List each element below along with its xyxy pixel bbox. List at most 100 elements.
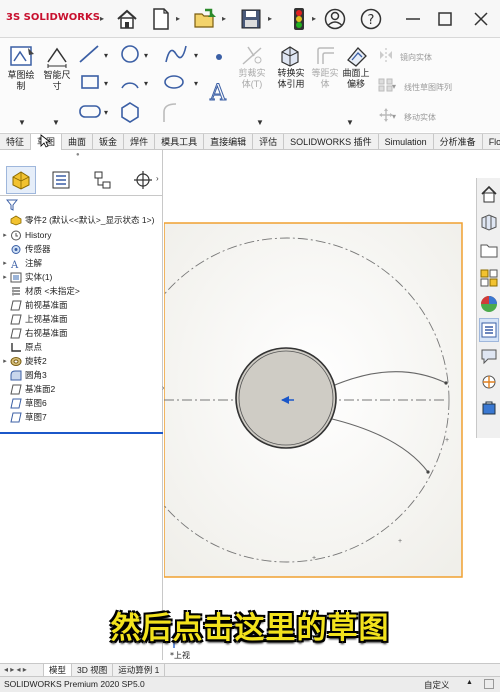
tree-item-sketch7[interactable]: 草图7 [0,410,47,424]
trim-entities-icon[interactable] [240,44,264,68]
help-icon[interactable]: ? [358,6,384,32]
filter-icon[interactable] [5,198,19,211]
mirror-entities-icon[interactable] [378,48,394,62]
point-tool-icon[interactable] [206,44,232,70]
annotations-icon: A [10,258,22,271]
tree-root-part[interactable]: 零件2 (默认<<默认>_显示状态 1>) [0,213,154,227]
tree-item-origin[interactable]: 原点 [0,340,42,354]
tab-simulation[interactable]: Simulation [379,134,434,150]
convert-entities-icon[interactable] [278,44,302,68]
graphics-area[interactable]: + + + *上视 [124,150,476,660]
tab-surfaces[interactable]: 曲面 [62,134,94,150]
toolbox-icon[interactable] [479,396,499,420]
user-account-icon[interactable] [322,6,348,32]
tree-item-right-plane[interactable]: 右视基准面 [0,326,68,340]
sketch-icon[interactable] [8,44,36,70]
tree-item-front-plane[interactable]: 前视基准面 [0,298,68,312]
dimension-caret-icon[interactable]: ▼ [52,118,60,127]
offset-on-surface-button[interactable]: 曲面上 偏移 [336,68,376,90]
collapse-panel-icon[interactable]: › [162,385,168,399]
trim-entities-button[interactable]: 剪裁实 体(T) [232,68,272,90]
status-units-caret-icon[interactable]: ▲ [466,679,473,686]
tab-weldments[interactable]: 焊件 [124,134,156,150]
rebuild-caret-icon[interactable]: ▸ [312,14,316,23]
tab-mold-tools[interactable]: 模具工具 [155,134,205,150]
linear-pattern-button[interactable]: 线性草图阵列 [404,82,452,93]
tree-item-annotations[interactable]: ▸ A 注解 [0,256,42,271]
svg-text:▾: ▾ [104,79,108,88]
home-icon[interactable] [114,6,140,32]
tab-flow[interactable]: Flo... [483,134,500,150]
move-entities-button[interactable]: 移动实体 [404,112,436,123]
tab-solidworks-addins[interactable]: SOLIDWORKS 插件 [284,134,379,150]
appearances-scenes-icon[interactable] [479,292,499,316]
tree-item-sketch6[interactable]: 草图6 [0,396,47,410]
move-caret-icon[interactable]: ▾ [392,112,396,121]
tab-scroll-arrows-icon[interactable]: ◂ ▸ ◂ ▸ [0,664,44,676]
property-manager-tab-icon[interactable] [46,166,76,194]
tab-features[interactable]: 特征 [0,134,32,150]
tree-expand-icon[interactable]: ▸ [0,231,10,239]
save-caret-icon[interactable]: ▸ [268,14,272,23]
dimxpert-tab-icon[interactable] [128,166,158,194]
trim-caret-icon[interactable]: ▼ [256,118,264,127]
new-caret-icon[interactable]: ▸ [176,14,180,23]
tree-item-material[interactable]: 材质 <未指定> [0,284,80,298]
tree-item-label: 前视基准面 [25,300,68,310]
rebuild-traffic-light-icon[interactable] [286,6,312,32]
tree-item-top-plane[interactable]: 上视基准面 [0,312,68,326]
tab-direct-editing[interactable]: 直接编辑 [204,134,254,150]
smart-dimension-icon[interactable] [44,44,70,70]
tree-item-revolve2[interactable]: ▸ 旋转2 [0,354,47,368]
solidworks-resources-icon[interactable] [479,182,499,206]
menu-caret-icon[interactable]: ▸ [100,14,104,23]
pattern-caret-icon[interactable]: ▾ [392,82,396,91]
tree-item-history[interactable]: ▸ History [0,228,51,242]
new-document-icon[interactable] [148,6,174,32]
convert-entities-button[interactable]: 转换实 体引用 [272,68,310,90]
sketch-draw-button[interactable]: 草图绘 制 [4,70,38,92]
rollback-bar[interactable] [0,432,163,434]
save-icon[interactable] [238,6,264,32]
custom-properties-icon[interactable] [479,318,499,342]
open-caret-icon[interactable]: ▸ [222,14,226,23]
panel-tabs-more-icon[interactable]: › [156,174,159,183]
offset-on-surface-icon[interactable] [344,44,368,68]
status-help-icon[interactable] [484,679,494,689]
tree-expand-icon[interactable]: ▸ [0,259,10,267]
tab-3d-views[interactable]: 3D 视图 [72,664,114,676]
command-manager-ribbon: 草图绘 制 智能尺 寸 ▼ ▼ ▾ ▾ ▾ ▾ ▾ ▾ ▾ A 剪裁实 体(T)… [0,38,500,132]
design-library-icon[interactable] [479,210,499,234]
tab-analysis-prep[interactable]: 分析准备 [434,134,483,150]
feature-tree-tab-icon[interactable] [6,166,36,194]
tree-item-plane2[interactable]: 基准面2 [0,382,55,396]
tab-motion-study[interactable]: 运动算例 1 [113,664,166,676]
tree-expand-icon[interactable]: ▸ [0,357,10,365]
open-folder-icon[interactable] [192,6,218,32]
sketch-caret-icon[interactable]: ▼ [18,118,26,127]
close-icon[interactable] [468,6,494,32]
svg-text:?: ? [368,13,375,28]
minimize-icon[interactable] [400,6,426,32]
text-tool-icon[interactable]: A [206,78,232,107]
file-explorer-icon[interactable] [479,238,499,262]
tab-evaluate[interactable]: 评估 [253,134,285,150]
tree-item-solid-bodies[interactable]: ▸ 实体(1) [0,270,52,284]
offset-entities-icon[interactable] [314,44,338,68]
tree-item-label: 旋转2 [25,356,47,366]
configuration-manager-tab-icon[interactable] [88,166,118,194]
tab-sheet-metal[interactable]: 钣金 [93,134,125,150]
solidworks-plugin-icon[interactable] [479,370,499,394]
forum-icon[interactable] [479,344,499,368]
mirror-entities-button[interactable]: 镜向实体 [400,52,432,63]
tree-expand-icon[interactable]: ▸ [0,273,10,281]
offset-caret-icon[interactable]: ▼ [346,118,354,127]
panel-grip-icon[interactable]: ● [76,152,80,158]
tree-item-sensors[interactable]: 传感器 [0,242,51,256]
smart-dimension-button[interactable]: 智能尺 寸 [38,70,76,92]
restore-icon[interactable] [432,6,458,32]
tab-model[interactable]: 模型 [44,664,73,676]
status-units-button[interactable]: 自定义 [424,679,450,691]
view-palette-icon[interactable] [479,266,499,290]
tree-item-fillet3[interactable]: 圆角3 [0,368,47,382]
